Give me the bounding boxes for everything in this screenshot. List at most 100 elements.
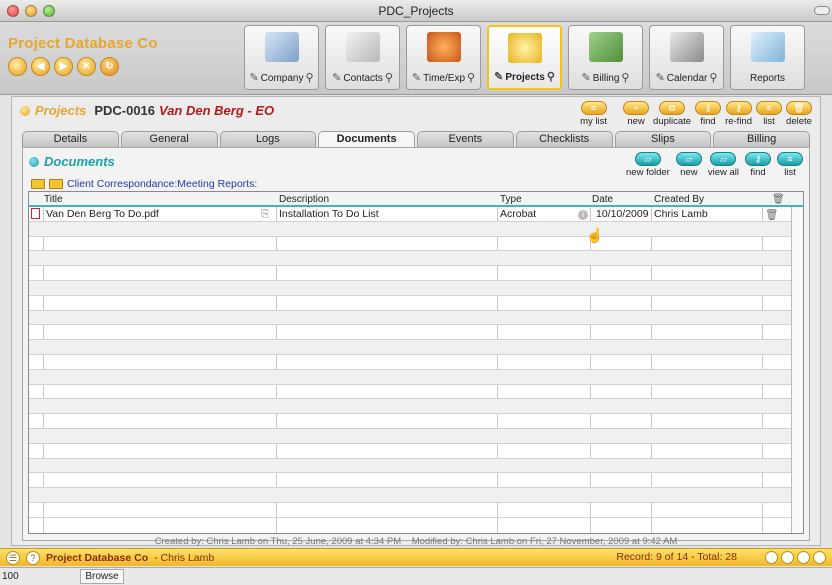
breadcrumb-path[interactable]: Client Correspondance:Meeting Reports: xyxy=(67,178,257,190)
table-row[interactable] xyxy=(29,340,791,355)
edit-icon[interactable]: ✎ xyxy=(332,72,341,84)
info-icon[interactable]: i xyxy=(578,208,588,220)
search-icon[interactable]: ⚲ xyxy=(305,72,313,84)
table-header: Title Description Type Date Created By 🗑 xyxy=(29,192,803,207)
table-row[interactable]: Van Den Berg To Do.pdf ⎘ Installation To… xyxy=(29,207,791,222)
cell-description[interactable]: Installation To Do List xyxy=(279,208,379,220)
module-projects[interactable]: ✎ Projects ⚲ xyxy=(487,25,562,90)
table-row[interactable] xyxy=(29,310,791,326)
edit-icon[interactable]: ✎ xyxy=(412,72,421,84)
next-record-icon[interactable] xyxy=(797,551,810,564)
delete-button[interactable]: 🗑 delete xyxy=(786,101,812,127)
trash-icon[interactable]: 🗑 xyxy=(772,194,785,205)
search-icon[interactable]: ⚲ xyxy=(385,72,393,84)
open-file-icon[interactable]: ⎘ xyxy=(261,208,269,221)
table-row[interactable] xyxy=(29,325,791,341)
scrollbar[interactable] xyxy=(791,207,803,533)
duplicate-button[interactable]: ⧉ duplicate xyxy=(653,101,691,127)
tab-logs[interactable]: Logs xyxy=(219,131,317,147)
re-find-button[interactable]: ⚷ re-find xyxy=(725,101,752,127)
module-reports[interactable]: Reports xyxy=(730,25,805,90)
module-billing[interactable]: ✎ Billing ⚲ xyxy=(568,25,643,90)
table-row[interactable] xyxy=(29,488,791,503)
search-icon[interactable]: ⚲ xyxy=(709,72,717,84)
table-row[interactable] xyxy=(29,280,791,296)
edit-icon[interactable]: ✎ xyxy=(656,72,665,84)
search-icon[interactable]: ⚲ xyxy=(467,72,475,84)
module-company[interactable]: ✎ Company ⚲ xyxy=(244,25,319,90)
prev-record-icon[interactable] xyxy=(781,551,794,564)
list-document-button[interactable]: ≡ list xyxy=(777,152,803,178)
table-row[interactable] xyxy=(29,355,791,370)
close-window-button[interactable] xyxy=(7,5,19,17)
column-created-by[interactable]: Created By xyxy=(654,194,704,205)
cell-date[interactable]: 10/10/2009 xyxy=(596,208,649,220)
edit-icon[interactable]: ✎ xyxy=(494,71,503,83)
module-time-exp[interactable]: ✎ Time/Exp ⚲ xyxy=(406,25,481,90)
find-button[interactable]: ⚷ find xyxy=(695,101,722,127)
refresh-icon[interactable]: ↻ xyxy=(100,57,119,76)
table-row[interactable] xyxy=(29,399,791,415)
tab-details[interactable]: Details xyxy=(22,131,119,147)
new-document-button[interactable]: ▱ new xyxy=(675,152,702,178)
table-row[interactable] xyxy=(29,385,791,400)
back-icon[interactable]: ◀ xyxy=(31,57,50,76)
table-row[interactable] xyxy=(29,296,791,311)
table-row[interactable] xyxy=(29,266,791,281)
my-list-button[interactable]: ≡ my list xyxy=(580,101,607,127)
zoom-level[interactable]: 100 xyxy=(2,571,19,582)
trash-icon[interactable]: 🗑 xyxy=(765,208,778,221)
column-title[interactable]: Title xyxy=(44,194,63,205)
table-row[interactable] xyxy=(29,414,791,429)
module-contacts[interactable]: ✎ Contacts ⚲ xyxy=(325,25,400,90)
first-record-icon[interactable] xyxy=(765,551,778,564)
project-title: Van Den Berg - EO xyxy=(159,103,275,118)
home-icon[interactable]: ⌂ xyxy=(8,57,27,76)
edit-icon[interactable]: ✎ xyxy=(582,72,591,84)
tab-events[interactable]: Events xyxy=(417,131,514,147)
cell-created-by[interactable]: Chris Lamb xyxy=(654,208,708,220)
new-project-button[interactable]: + new xyxy=(623,101,650,127)
table-row[interactable] xyxy=(29,428,791,444)
toolbar-toggle-button[interactable] xyxy=(814,6,830,15)
module-calendar[interactable]: ✎ Calendar ⚲ xyxy=(649,25,724,90)
table-row[interactable] xyxy=(29,458,791,474)
view-all-button[interactable]: ▱ view all xyxy=(708,152,739,178)
search-icon[interactable]: ⚲ xyxy=(621,72,629,84)
mode-indicator[interactable]: Browse xyxy=(80,569,124,584)
list-button[interactable]: ≡ list xyxy=(756,101,782,127)
forward-icon[interactable]: ▶ xyxy=(54,57,73,76)
minimize-window-button[interactable] xyxy=(25,5,37,17)
last-record-icon[interactable] xyxy=(813,551,826,564)
folder-up-icon[interactable] xyxy=(49,179,63,189)
column-description[interactable]: Description xyxy=(279,194,329,205)
pdf-file-icon xyxy=(31,208,43,220)
column-date[interactable]: Date xyxy=(592,194,613,205)
chat-icon[interactable]: ☰ xyxy=(6,551,20,565)
edit-icon[interactable]: ✎ xyxy=(249,72,258,84)
tab-slips[interactable]: Slips xyxy=(614,131,712,147)
cell-title[interactable]: Van Den Berg To Do.pdf xyxy=(46,208,159,220)
documents-table: Title Description Type Date Created By 🗑 xyxy=(28,191,804,534)
tab-billing[interactable]: Billing xyxy=(713,131,810,147)
help-icon[interactable]: ? xyxy=(26,551,40,565)
table-row[interactable] xyxy=(29,444,791,459)
table-row[interactable] xyxy=(29,473,791,489)
find-document-button[interactable]: ⚷ find xyxy=(745,152,771,178)
table-row[interactable] xyxy=(29,251,791,267)
tab-documents[interactable]: Documents xyxy=(318,131,415,147)
close-icon[interactable]: ✕ xyxy=(77,57,96,76)
search-icon[interactable]: ⚲ xyxy=(547,71,555,83)
column-type[interactable]: Type xyxy=(500,194,522,205)
tab-checklists[interactable]: Checklists xyxy=(515,131,613,147)
table-row[interactable] xyxy=(29,221,791,237)
cell-type[interactable]: Acrobat xyxy=(500,208,536,220)
zoom-window-button[interactable] xyxy=(43,5,55,17)
table-row[interactable] xyxy=(29,503,791,518)
folder-icon[interactable] xyxy=(31,179,45,189)
new-folder-button[interactable]: ▱ new folder xyxy=(626,152,670,178)
table-row[interactable] xyxy=(29,369,791,385)
app-window: PDC_Projects Project Database Co ⌂ ◀ ▶ ✕… xyxy=(0,0,832,585)
table-row[interactable] xyxy=(29,237,791,252)
tab-general[interactable]: General xyxy=(120,131,218,147)
